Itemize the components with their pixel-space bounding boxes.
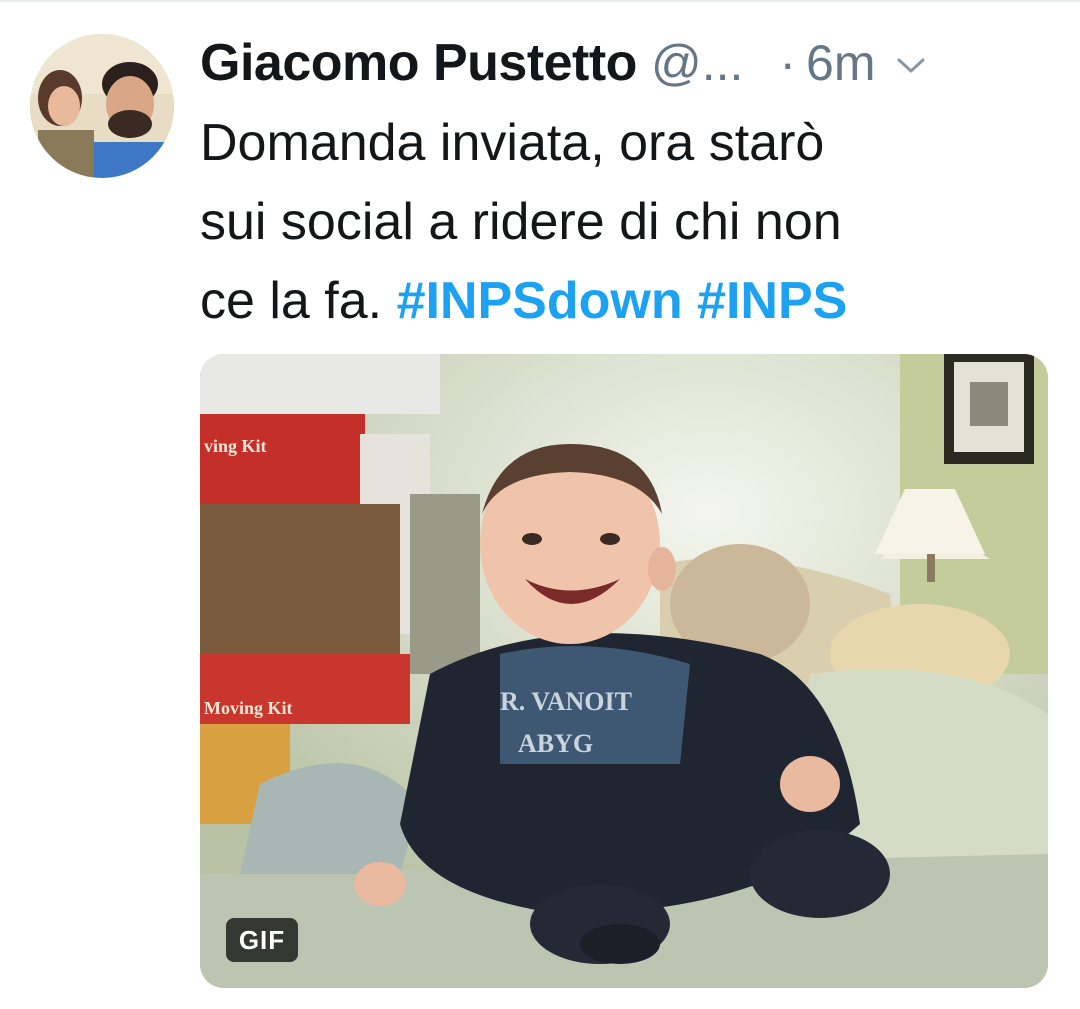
chevron-down-icon[interactable] [896,56,926,81]
tweet-header: Giacomo Pustetto @... · 6m [200,28,1060,98]
author-name[interactable]: Giacomo Pustetto [200,33,637,93]
tweet-text: Domanda inviata, ora starò sui social a … [200,104,1040,341]
hashtag-link[interactable]: #INPS [697,272,847,330]
shirt-text-line-1: R. VANOIT [500,687,632,716]
box-label-top: ving Kit [204,436,267,456]
timestamp[interactable]: 6m [806,34,875,92]
gif-media[interactable]: ving Kit Moving Kit R. VANOIT ABYG [200,354,1048,988]
gif-badge: GIF [226,918,298,962]
hashtag-link[interactable]: #INPSdown [397,272,683,330]
avatar[interactable] [30,34,174,178]
author-handle[interactable]: @... [651,34,743,92]
tweet-text-line: Domanda inviata, ora starò [200,114,825,172]
tweet-text-end: ce la fa. [200,272,397,330]
tweet-text-line: sui social a ridere di chi non [200,193,842,251]
box-label-bottom: Moving Kit [204,698,293,718]
tweet-text-line: ce la fa. #INPSdown #INPS [200,262,1040,341]
shirt-text-line-2: ABYG [518,729,593,758]
separator-dot: · [779,35,797,91]
top-divider [0,0,1080,2]
